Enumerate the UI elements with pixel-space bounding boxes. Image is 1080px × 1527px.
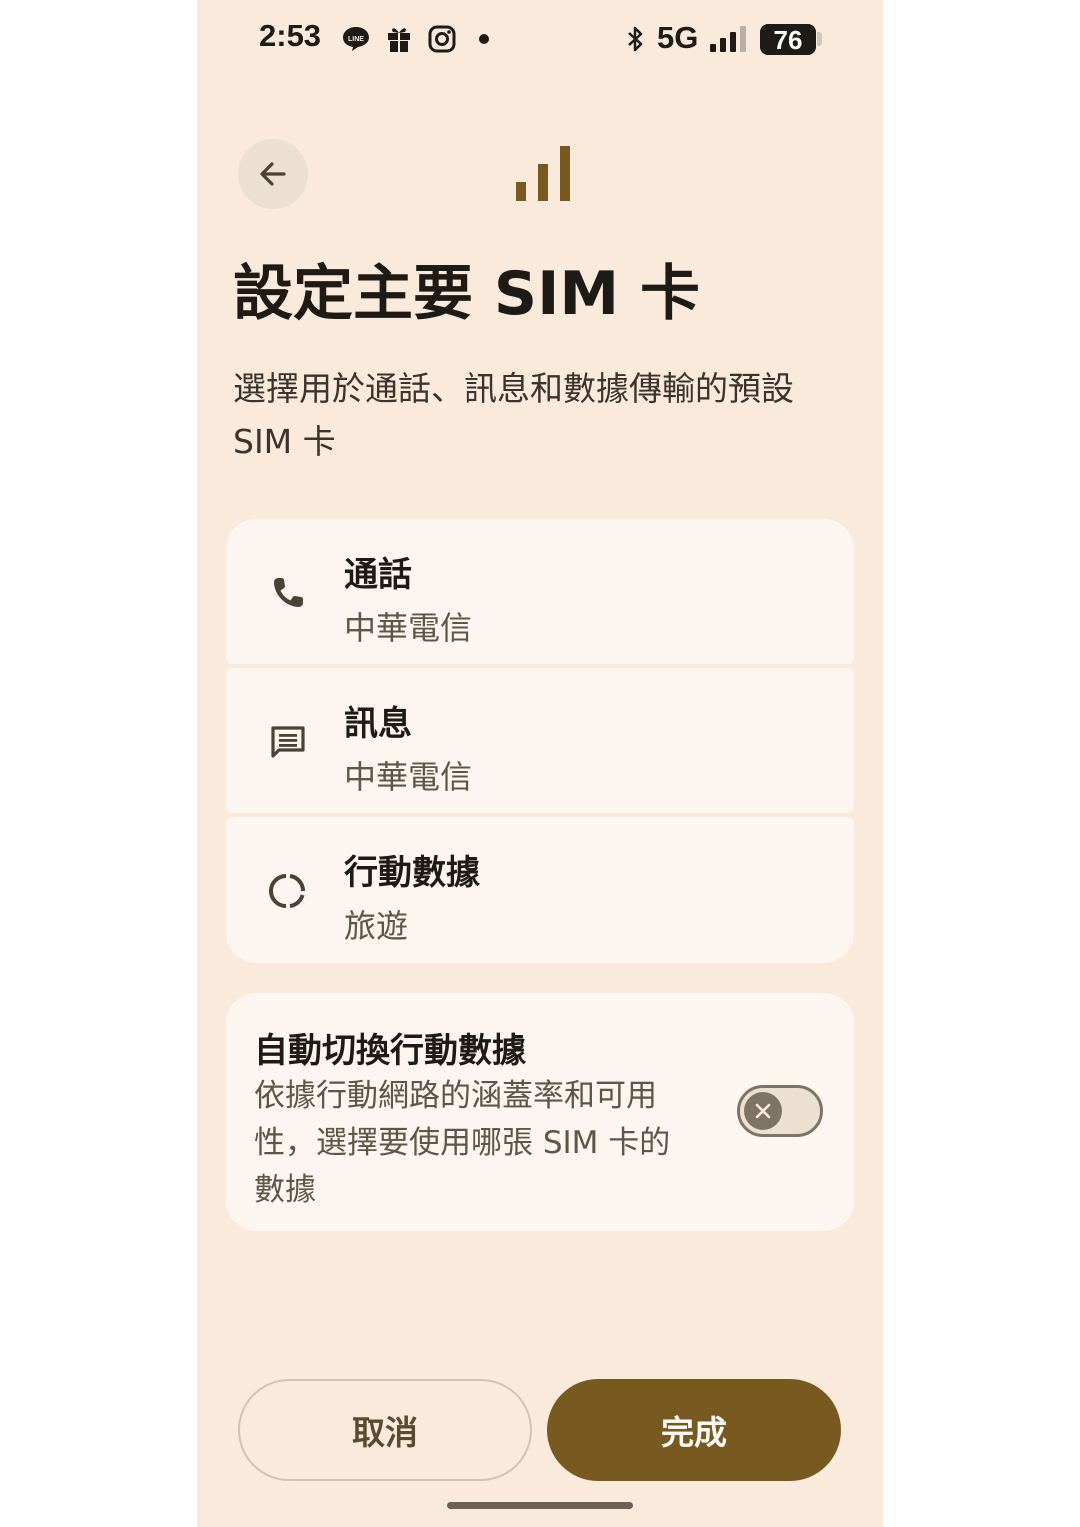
- gift-icon: [388, 28, 410, 52]
- toggle-knob: [744, 1092, 782, 1130]
- done-button[interactable]: 完成: [547, 1379, 841, 1481]
- notification-dot: [479, 34, 489, 44]
- mobile-data-value: 旅遊: [344, 907, 409, 945]
- auto-switch-description: 依據行動網路的涵蓋率和可用性，選擇要使用哪張 SIM 卡的數據: [254, 1078, 671, 1208]
- calls-setting-item[interactable]: 通話 中華電信: [226, 519, 854, 664]
- instagram-icon: [428, 25, 456, 53]
- messages-label: 訊息: [344, 704, 412, 744]
- message-icon: [271, 726, 305, 758]
- line-icon: LINE: [343, 27, 369, 51]
- signal-bars-icon: [516, 146, 570, 201]
- battery-cap: [817, 32, 822, 46]
- messages-value: 中華電信: [344, 758, 473, 796]
- auto-switch-card: 自動切換行動數據 依據行動網路的涵蓋率和可用性，選擇要使用哪張 SIM 卡的數據: [226, 993, 854, 1231]
- bluetooth-icon: [628, 26, 643, 52]
- data-usage-icon: [269, 874, 306, 908]
- network-type: 5G: [657, 20, 699, 55]
- cancel-button[interactable]: 取消: [238, 1379, 532, 1481]
- page-subtitle: 選擇用於通話、訊息和數據傳輸的預設 SIM 卡: [233, 369, 794, 461]
- sim-settings-list: 通話 中華電信 訊息 中華電信 行動數據 旅遊: [226, 519, 854, 963]
- mobile-data-setting-item[interactable]: 行動數據 旅遊: [226, 817, 854, 963]
- auto-switch-toggle[interactable]: [737, 1085, 823, 1137]
- battery-indicator: 76: [760, 24, 816, 55]
- arrow-back-icon: [260, 162, 286, 186]
- signal-icon: [710, 26, 746, 52]
- battery-level: 76: [773, 25, 803, 55]
- auto-switch-title: 自動切換行動數據: [254, 1031, 526, 1071]
- phone-icon: [274, 578, 303, 607]
- messages-setting-item[interactable]: 訊息 中華電信: [226, 668, 854, 813]
- gesture-nav-handle[interactable]: [447, 1502, 633, 1509]
- close-icon: [755, 1103, 771, 1119]
- status-time: 2:53: [259, 18, 322, 53]
- back-button[interactable]: [238, 139, 308, 209]
- page-title: 設定主要 SIM 卡: [233, 259, 701, 329]
- calls-label: 通話: [344, 555, 412, 595]
- calls-value: 中華電信: [344, 609, 473, 647]
- mobile-data-label: 行動數據: [344, 853, 480, 893]
- svg-text:LINE: LINE: [348, 36, 364, 43]
- screen: 2:53 LINE 5G 76 設定主要 SIM 卡 選擇用於通話、訊息和數據傳…: [197, 0, 883, 1527]
